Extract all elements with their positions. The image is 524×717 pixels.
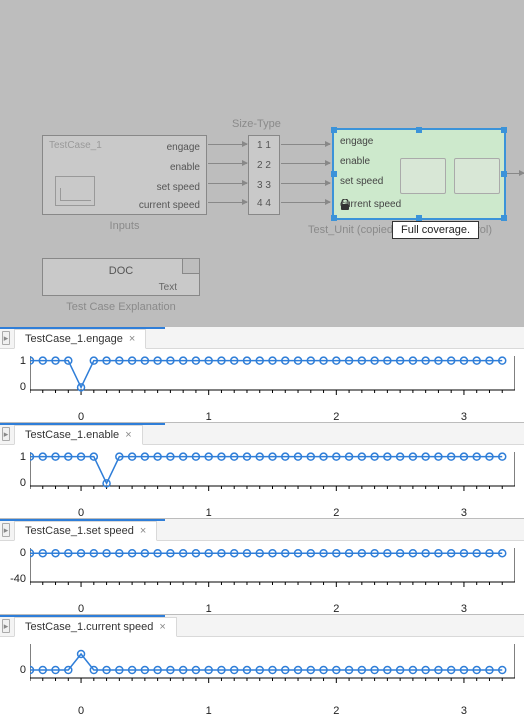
signal-icon bbox=[55, 176, 95, 206]
signal-arrow bbox=[281, 183, 330, 184]
signal-arrow bbox=[208, 202, 247, 203]
tu-port-set-speed: set speed bbox=[340, 176, 383, 187]
selection-handle[interactable] bbox=[501, 215, 507, 221]
doc-subtext: Text bbox=[159, 282, 177, 293]
inputs-title: TestCase_1 bbox=[49, 140, 102, 151]
signal-arrow bbox=[507, 173, 524, 174]
plot-area[interactable]: 10 0123 bbox=[0, 445, 524, 519]
plot-tab[interactable]: TestCase_1.current speed × bbox=[14, 617, 177, 637]
plot-tab-label: TestCase_1.enable bbox=[25, 429, 119, 441]
coverage-tooltip: Full coverage. bbox=[392, 221, 479, 239]
subsystem-box bbox=[454, 158, 500, 194]
inputs-label: Inputs bbox=[43, 220, 206, 232]
signal-arrow bbox=[208, 183, 247, 184]
y-tick-label: 0 bbox=[0, 547, 26, 559]
x-tick-label: 0 bbox=[78, 705, 84, 717]
y-tick-label: 0 bbox=[0, 477, 26, 489]
plot-svg bbox=[30, 544, 515, 592]
tu-port-engage: engage bbox=[340, 136, 373, 147]
port-enable: enable bbox=[170, 162, 200, 173]
x-tick-label: 3 bbox=[461, 705, 467, 717]
port-current-speed: current speed bbox=[139, 200, 200, 211]
diagram-canvas[interactable]: TestCase_1 engage enable set speed curre… bbox=[0, 0, 524, 326]
signal-arrow bbox=[281, 144, 330, 145]
y-tick-label: 0 bbox=[0, 381, 26, 393]
plot-area[interactable]: 0 0 1 2 3 bbox=[0, 637, 524, 717]
signal-arrow bbox=[208, 163, 247, 164]
testunit-block[interactable]: engage enable set speed current speed th… bbox=[332, 128, 506, 220]
plot-tabbar: ▸ TestCase_1.current speed × bbox=[0, 615, 524, 637]
selection-handle[interactable] bbox=[331, 171, 337, 177]
sizetype-row: 3 3 bbox=[249, 180, 279, 191]
plot-area[interactable]: 0-40 0123 bbox=[0, 541, 524, 615]
lock-icon bbox=[340, 199, 350, 214]
y-tick-label: 1 bbox=[0, 451, 26, 463]
close-icon[interactable]: × bbox=[129, 333, 135, 345]
plot-tab-label: TestCase_1.set speed bbox=[25, 525, 134, 537]
sizetype-row: 1 1 bbox=[249, 140, 279, 151]
selection-handle[interactable] bbox=[331, 127, 337, 133]
sizetype-block[interactable]: 1 1 2 2 3 3 4 4 bbox=[248, 135, 280, 215]
tu-port-enable: enable bbox=[340, 156, 370, 167]
selection-handle[interactable] bbox=[501, 171, 507, 177]
plot-tabbar: ▸ TestCase_1.enable × bbox=[0, 423, 524, 445]
plot-svg bbox=[30, 448, 515, 496]
plot-svg bbox=[30, 640, 515, 688]
expand-tabs-button[interactable]: ▸ bbox=[2, 331, 10, 345]
close-icon[interactable]: × bbox=[159, 621, 165, 633]
x-tick-label: 1 bbox=[206, 705, 212, 717]
port-set-speed: set speed bbox=[157, 182, 200, 193]
plot-panel: ▸ TestCase_1.engage × 10 0123 bbox=[0, 326, 524, 422]
plot-area[interactable]: 10 0123 bbox=[0, 349, 524, 423]
signal-arrow bbox=[281, 163, 330, 164]
plot-tab-label: TestCase_1.engage bbox=[25, 333, 123, 345]
plot-tab[interactable]: TestCase_1.set speed × bbox=[14, 521, 157, 541]
signal-arrow bbox=[208, 144, 247, 145]
close-icon[interactable]: × bbox=[140, 525, 146, 537]
plot-tab[interactable]: TestCase_1.engage × bbox=[14, 329, 146, 349]
x-tick-label: 2 bbox=[333, 705, 339, 717]
port-engage: engage bbox=[167, 142, 200, 153]
plot-tab-label: TestCase_1.current speed bbox=[25, 621, 153, 633]
selection-handle[interactable] bbox=[501, 127, 507, 133]
expand-tabs-button[interactable]: ▸ bbox=[2, 427, 10, 441]
doc-label: Test Case Explanation bbox=[43, 301, 199, 313]
expand-tabs-button[interactable]: ▸ bbox=[2, 619, 10, 633]
plot-panel: ▸ TestCase_1.enable × 10 0123 bbox=[0, 422, 524, 518]
expand-tabs-button[interactable]: ▸ bbox=[2, 523, 10, 537]
plot-tabbar: ▸ TestCase_1.set speed × bbox=[0, 519, 524, 541]
doc-title: DOC bbox=[43, 265, 199, 277]
inputs-block[interactable]: TestCase_1 engage enable set speed curre… bbox=[42, 135, 207, 215]
selection-handle[interactable] bbox=[416, 127, 422, 133]
doc-block[interactable]: DOC Text Test Case Explanation bbox=[42, 258, 200, 296]
signal-arrow bbox=[281, 202, 330, 203]
sizetype-label: Size-Type bbox=[232, 118, 281, 130]
close-icon[interactable]: × bbox=[125, 429, 131, 441]
plot-panel: ▸ TestCase_1.current speed × 0 0 1 2 3 bbox=[0, 614, 524, 716]
sizetype-row: 4 4 bbox=[249, 198, 279, 209]
subsystem-box bbox=[400, 158, 446, 194]
y-tick-label: 0 bbox=[0, 664, 26, 676]
plot-svg bbox=[30, 352, 515, 400]
sizetype-row: 2 2 bbox=[249, 160, 279, 171]
selection-handle[interactable] bbox=[331, 215, 337, 221]
plot-panel: ▸ TestCase_1.set speed × 0-40 0123 bbox=[0, 518, 524, 614]
plot-tabbar: ▸ TestCase_1.engage × bbox=[0, 327, 524, 349]
plot-tab[interactable]: TestCase_1.enable × bbox=[14, 425, 143, 445]
y-tick-label: -40 bbox=[0, 573, 26, 585]
y-tick-label: 1 bbox=[0, 355, 26, 367]
